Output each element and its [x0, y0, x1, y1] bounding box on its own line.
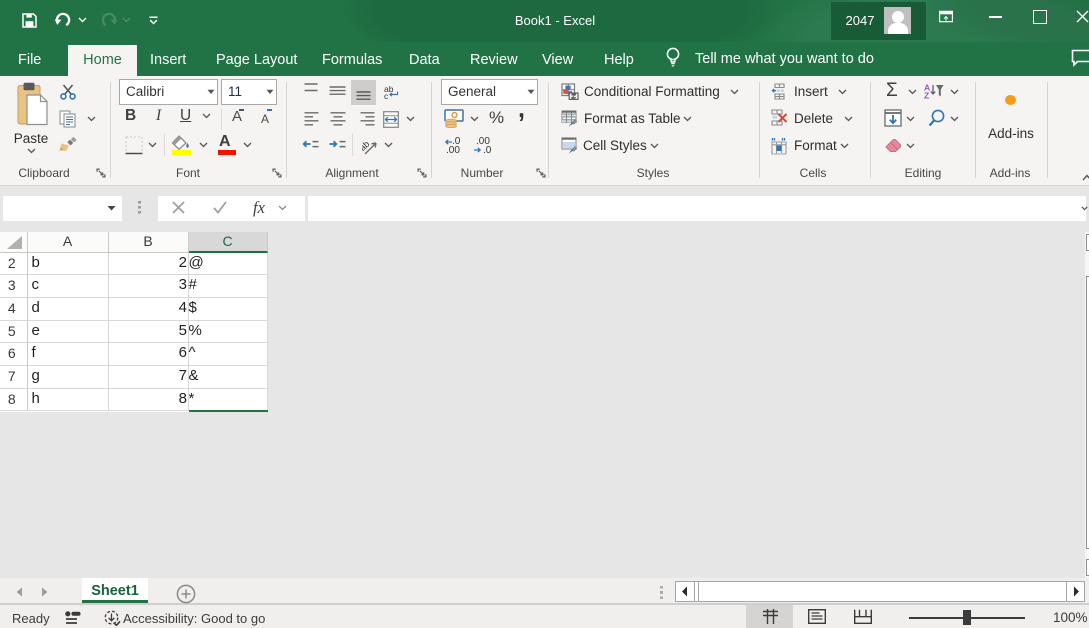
svg-text:Z: Z	[924, 91, 929, 100]
svg-text:ab: ab	[362, 139, 371, 153]
